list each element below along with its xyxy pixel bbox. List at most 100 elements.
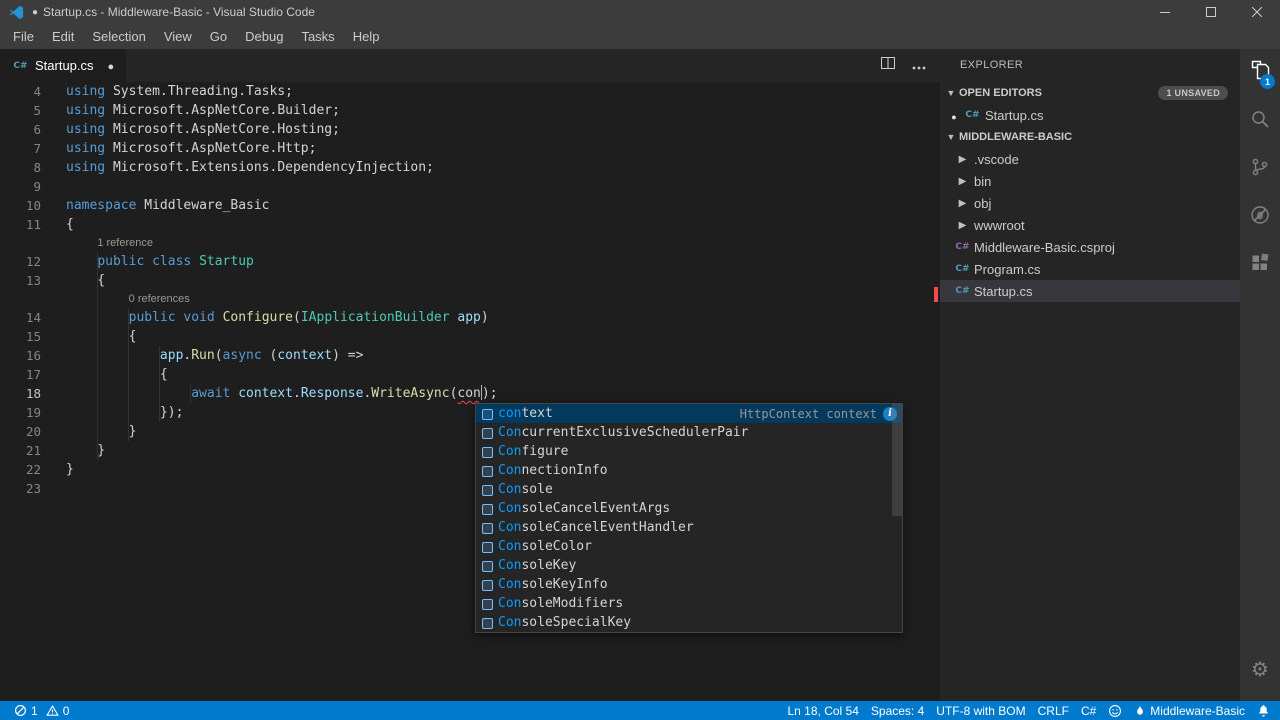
status-notifications[interactable] <box>1251 701 1276 720</box>
suggestion-match: Con <box>498 596 522 611</box>
maximize-button[interactable] <box>1188 0 1234 24</box>
menu-tasks[interactable]: Tasks <box>292 24 343 49</box>
code-text: } <box>66 424 137 439</box>
menu-file[interactable]: File <box>4 24 43 49</box>
line-number: 23 <box>25 481 41 496</box>
tree-item-obj[interactable]: obj <box>940 192 1240 214</box>
code-text: using Microsoft.AspNetCore.Builder; <box>66 103 340 118</box>
menu-edit[interactable]: Edit <box>43 24 83 49</box>
error-count: 1 <box>31 703 38 718</box>
split-editor-icon[interactable] <box>880 56 896 75</box>
overview-ruler-error-marker <box>934 287 938 302</box>
status-project-selector[interactable]: Middleware-Basic <box>1128 701 1251 720</box>
status-cursor-position[interactable]: Ln 18, Col 54 <box>782 701 865 720</box>
code-line: 12 public class Startup <box>0 252 940 271</box>
status-indentation[interactable]: Spaces: 4 <box>865 701 930 720</box>
tree-item-wwwroot[interactable]: wwwroot <box>940 214 1240 236</box>
open-editors-header[interactable]: OPEN EDITORS 1 UNSAVED <box>940 82 1240 104</box>
editor-actions <box>880 49 940 82</box>
bell-icon <box>1257 704 1270 718</box>
tab-modified-dot-icon[interactable] <box>100 58 115 73</box>
tree-item-middleware-basic-csproj[interactable]: Middleware-Basic.csproj <box>940 236 1240 258</box>
vscode-logo-icon <box>9 4 25 20</box>
tree-item--vscode[interactable]: .vscode <box>940 148 1240 170</box>
suggest-scrollbar[interactable] <box>892 404 902 516</box>
enum-symbol-icon <box>479 539 495 555</box>
tab-label: Startup.cs <box>35 58 94 73</box>
open-editor-item[interactable]: Startup.cs <box>940 104 1240 126</box>
title-bar: ● Startup.cs - Middleware-Basic - Visual… <box>0 0 1280 24</box>
warning-icon <box>45 704 59 717</box>
title-label: Startup.cs - Middleware-Basic - Visual S… <box>43 5 315 19</box>
tree-item-program-cs[interactable]: Program.cs <box>940 258 1240 280</box>
problems-indicator[interactable]: 1 0 <box>8 701 75 720</box>
window-controls <box>1142 0 1280 24</box>
code-text: { <box>66 329 137 344</box>
minimize-button[interactable] <box>1142 0 1188 24</box>
status-language-mode[interactable]: C# <box>1075 701 1102 720</box>
indent-guide <box>97 252 98 460</box>
status-feedback[interactable] <box>1102 701 1128 720</box>
suggestion-consolecolor[interactable]: Con soleColor <box>476 537 902 556</box>
activity-debug[interactable] <box>1240 193 1280 241</box>
suggestion-label: soleModifiers <box>521 596 624 611</box>
suggestion-consolemodifiers[interactable]: Con soleModifiers <box>476 594 902 613</box>
search-icon <box>1249 108 1271 135</box>
close-button[interactable] <box>1234 0 1280 24</box>
suggestion-context[interactable]: con text HttpContext context <box>476 404 902 423</box>
menu-debug[interactable]: Debug <box>236 24 292 49</box>
line-number: 20 <box>25 424 41 439</box>
suggestion-connectioninfo[interactable]: Con nectionInfo <box>476 461 902 480</box>
tree-item-startup-cs[interactable]: Startup.cs <box>940 280 1240 302</box>
code-editor[interactable]: 4 using System.Threading.Tasks; 5 using Mic… <box>0 82 940 701</box>
suggestion-label: nectionInfo <box>521 463 608 478</box>
line-number: 7 <box>33 141 41 156</box>
tab-startup-cs[interactable]: Startup.cs <box>0 49 127 82</box>
tree-item-bin[interactable]: bin <box>940 170 1240 192</box>
project-folder-header[interactable]: MIDDLEWARE-BASIC <box>940 126 1240 148</box>
activity-source-control[interactable] <box>1240 145 1280 193</box>
gutter-cell <box>0 290 41 308</box>
code-text: app.Run(async (context) => <box>159 348 364 363</box>
suggestion-configure[interactable]: Con figure <box>476 442 902 461</box>
status-eol[interactable]: CRLF <box>1032 701 1075 720</box>
modified-dot-icon <box>948 108 960 123</box>
menu-go[interactable]: Go <box>201 24 236 49</box>
suggestion-match: Con <box>498 482 522 497</box>
file-tree: .vscode bin obj wwwroot Middleware-Basic.csp… <box>940 148 1240 302</box>
line-number: 15 <box>25 329 41 344</box>
activity-extensions[interactable] <box>1240 241 1280 289</box>
menu-help[interactable]: Help <box>344 24 389 49</box>
suggestion-concurrentexclusiveschedulerpair[interactable]: Con currentExclusiveSchedulerPair <box>476 423 902 442</box>
suggestion-consolecanceleventargs[interactable]: Con soleCancelEventArgs <box>476 499 902 518</box>
suggest-list: contextHttpContext contextConcurrentExcl… <box>476 404 902 632</box>
codelens-link[interactable]: 0 references <box>129 290 190 308</box>
suggestion-match: Con <box>498 520 522 535</box>
suggestion-console[interactable]: Con sole <box>476 480 902 499</box>
menu-view[interactable]: View <box>155 24 201 49</box>
status-encoding[interactable]: UTF-8 with BOM <box>930 701 1031 720</box>
activity-search[interactable] <box>1240 97 1280 145</box>
suggestion-label: soleKey <box>521 558 577 573</box>
suggestion-match: con <box>498 406 522 421</box>
more-actions-icon[interactable] <box>912 57 926 75</box>
suggestion-consolekey[interactable]: Con soleKey <box>476 556 902 575</box>
codelens-row: 1 reference <box>0 234 940 252</box>
chevron-down-icon <box>943 88 959 98</box>
code-text: using Microsoft.AspNetCore.Hosting; <box>66 122 340 137</box>
struct-symbol-icon <box>479 577 495 593</box>
codelens-link[interactable]: 1 reference <box>97 234 153 252</box>
suggestion-match: Con <box>498 577 522 592</box>
suggestion-consolespecialkey[interactable]: Con soleSpecialKey <box>476 613 902 632</box>
code-text: { <box>66 367 168 382</box>
suggestion-label: soleSpecialKey <box>521 615 632 630</box>
tree-item-label: bin <box>974 173 992 189</box>
suggestion-label: text <box>521 406 553 421</box>
activity-explorer[interactable]: 1 <box>1240 49 1280 97</box>
suggestion-consolecanceleventhandler[interactable]: Con soleCancelEventHandler <box>476 518 902 537</box>
gear-icon: ⚙ <box>1251 657 1269 681</box>
menu-selection[interactable]: Selection <box>83 24 154 49</box>
class-symbol-icon <box>479 463 495 479</box>
activity-settings[interactable]: ⚙ <box>1240 645 1280 693</box>
suggestion-consolekeyinfo[interactable]: Con soleKeyInfo <box>476 575 902 594</box>
